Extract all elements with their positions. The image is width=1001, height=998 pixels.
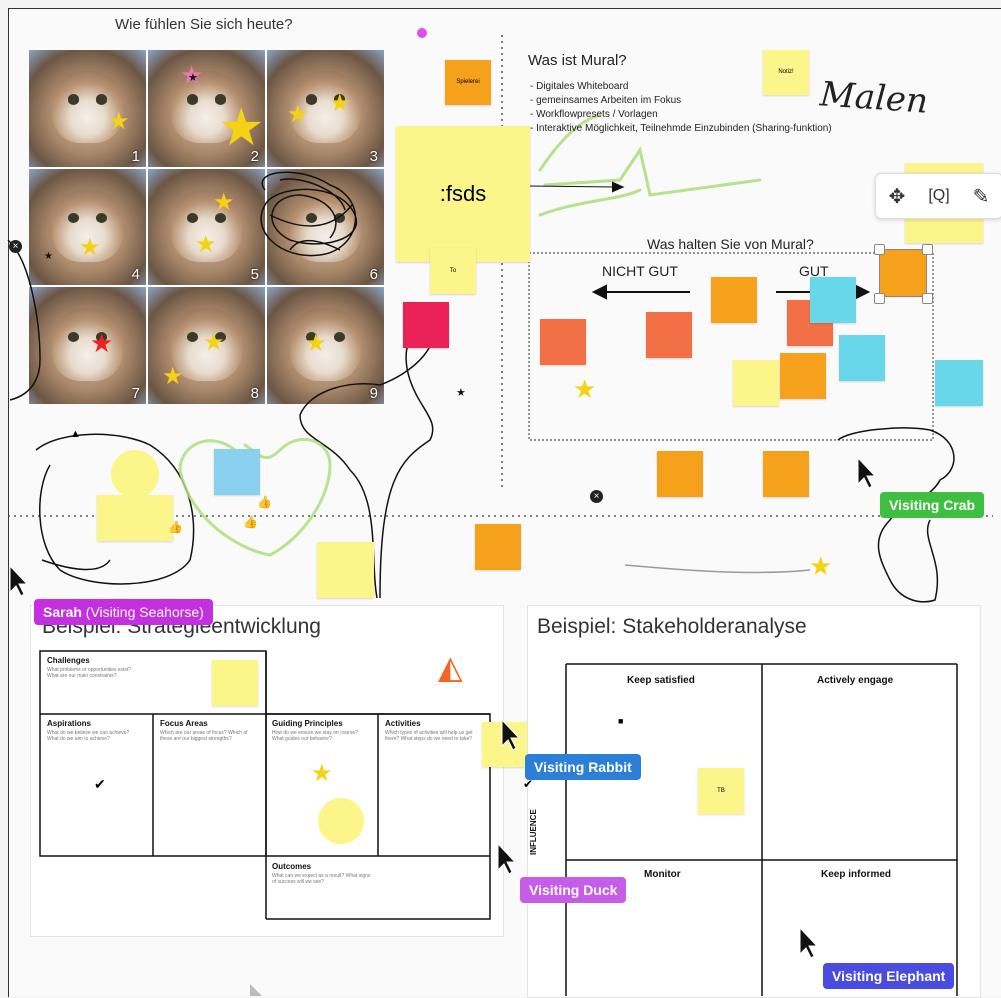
cursor-label-sarah: Sarah (Visiting Seahorse) [34, 599, 213, 625]
cursor-user-name: Sarah [43, 604, 82, 620]
cursor-arrows [9, 456, 877, 996]
cursor-label-crab: Visiting Crab [880, 492, 985, 518]
cursor-label-duck: Visiting Duck [520, 877, 627, 903]
cursor-label-elephant: Visiting Elephant [823, 963, 955, 989]
cursor-user-role: (Visiting Seahorse) [81, 604, 204, 620]
cursor-label-rabbit: Visiting Rabbit [525, 754, 641, 780]
